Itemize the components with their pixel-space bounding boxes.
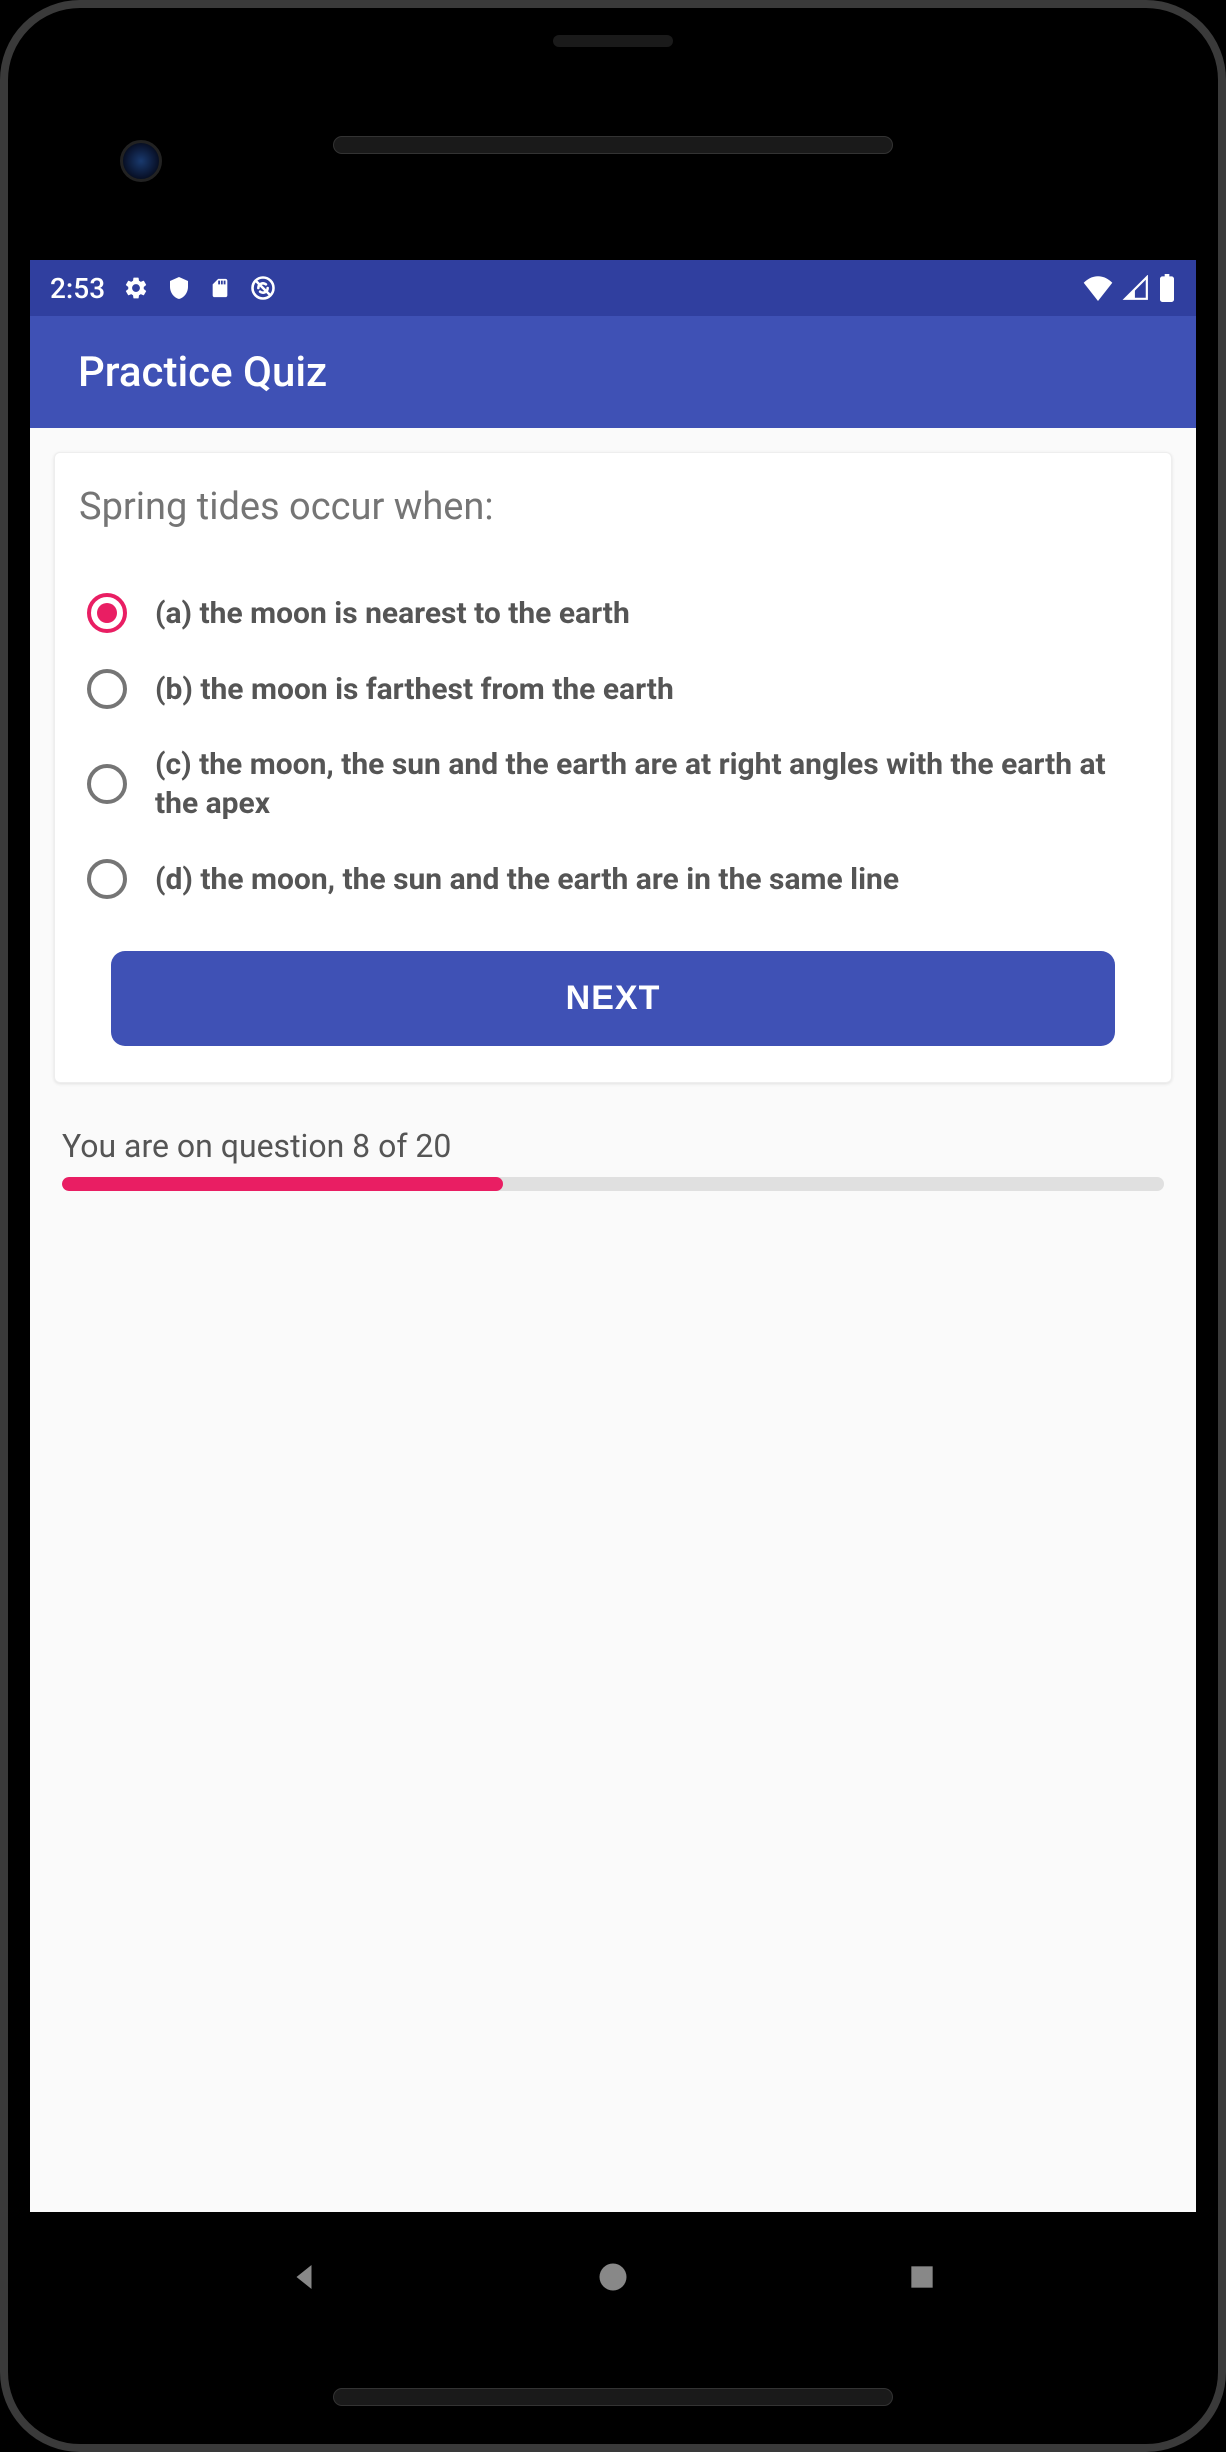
front-camera xyxy=(120,140,162,182)
radio-a[interactable] xyxy=(87,593,127,633)
status-time: 2:53 xyxy=(50,272,105,305)
earpiece-speaker xyxy=(333,136,893,154)
phone-frame: 2:53 xyxy=(0,0,1226,2452)
screen: 2:53 xyxy=(30,260,1196,2212)
progress-fill xyxy=(62,1177,503,1191)
question-text: Spring tides occur when: xyxy=(75,477,1151,537)
progress-section: You are on question 8 of 20 xyxy=(54,1127,1172,1191)
content-area: Spring tides occur when: (a) the moon is… xyxy=(30,428,1196,2212)
settings-icon xyxy=(123,275,149,301)
radio-d[interactable] xyxy=(87,859,127,899)
option-a[interactable]: (a) the moon is nearest to the earth xyxy=(75,585,1151,641)
battery-icon xyxy=(1158,274,1176,302)
next-button[interactable]: NEXT xyxy=(111,951,1115,1046)
option-b-label: (b) the moon is farthest from the earth xyxy=(155,670,674,709)
shield-icon xyxy=(167,274,191,302)
navigation-bar xyxy=(30,2212,1196,2342)
option-c-label: (c) the moon, the sun and the earth are … xyxy=(155,745,1139,823)
app-bar: Practice Quiz xyxy=(30,316,1196,428)
phone-top-bezel xyxy=(30,30,1196,260)
option-b[interactable]: (b) the moon is farthest from the earth xyxy=(75,661,1151,717)
phone-bottom-bezel xyxy=(30,2342,1196,2452)
bottom-speaker xyxy=(333,2388,893,2406)
progress-text: You are on question 8 of 20 xyxy=(62,1127,1164,1165)
recent-apps-button[interactable] xyxy=(900,2255,944,2299)
question-card: Spring tides occur when: (a) the moon is… xyxy=(54,452,1172,1083)
status-bar: 2:53 xyxy=(30,260,1196,316)
radio-c[interactable] xyxy=(87,764,127,804)
progress-bar xyxy=(62,1177,1164,1191)
no-sync-icon xyxy=(249,274,277,302)
status-bar-left: 2:53 xyxy=(50,272,277,305)
options-group: (a) the moon is nearest to the earth (b)… xyxy=(75,585,1151,907)
home-button[interactable] xyxy=(591,2255,635,2299)
app-title: Practice Quiz xyxy=(78,348,327,397)
option-d-label: (d) the moon, the sun and the earth are … xyxy=(155,860,899,899)
radio-b[interactable] xyxy=(87,669,127,709)
option-d[interactable]: (d) the moon, the sun and the earth are … xyxy=(75,851,1151,907)
option-a-label: (a) the moon is nearest to the earth xyxy=(155,594,630,633)
cellular-signal-icon xyxy=(1122,275,1150,301)
wifi-icon xyxy=(1082,275,1114,301)
option-c[interactable]: (c) the moon, the sun and the earth are … xyxy=(75,737,1151,831)
sd-card-icon xyxy=(209,274,231,302)
back-button[interactable] xyxy=(282,2255,326,2299)
status-bar-right xyxy=(1082,274,1176,302)
